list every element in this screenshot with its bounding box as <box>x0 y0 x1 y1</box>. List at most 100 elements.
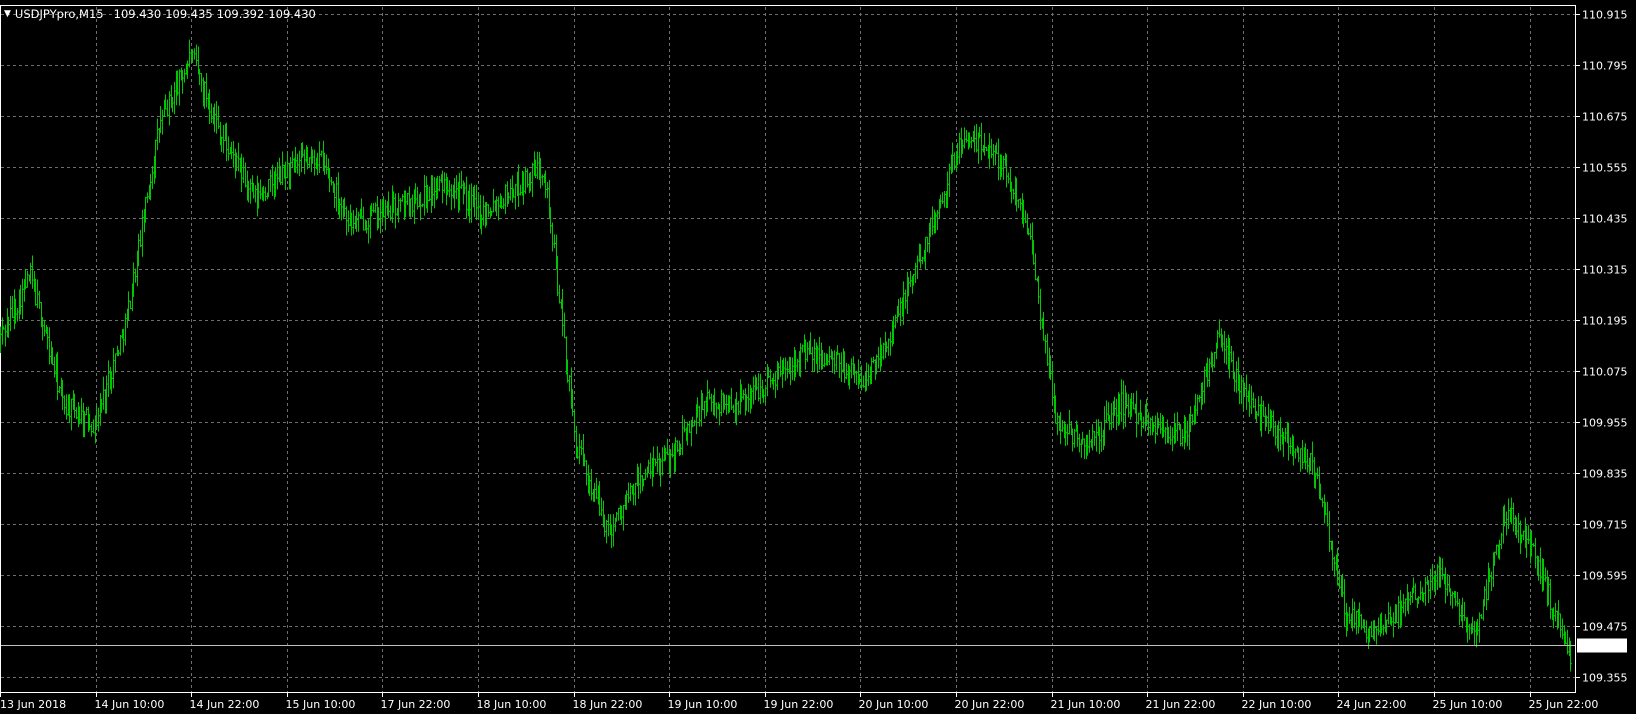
price-bar <box>1397 595 1400 629</box>
price-bar <box>448 180 451 198</box>
price-bar <box>1554 602 1557 622</box>
price-bar <box>1061 420 1064 433</box>
price-bar <box>1365 620 1368 643</box>
price-bar <box>227 136 230 161</box>
price-bar <box>639 463 642 494</box>
price-bar <box>561 289 564 337</box>
price-bar <box>222 124 225 154</box>
collapse-triangle-icon[interactable]: ▼ <box>4 9 11 19</box>
price-bar <box>1095 419 1098 452</box>
price-bar <box>85 406 88 416</box>
y-tick-label: 110.315 <box>1582 264 1628 277</box>
price-bar <box>514 183 517 210</box>
price-bar <box>791 357 794 381</box>
price-bar <box>1262 400 1265 417</box>
price-bar <box>1505 511 1508 536</box>
price-bar <box>477 192 480 220</box>
price-bar <box>607 513 610 537</box>
price-bar <box>1213 351 1216 368</box>
price-bar <box>281 151 284 186</box>
price-axis[interactable]: 110.915 110.795 110.675 110.555 110.435 110.3… <box>1575 9 1628 685</box>
price-bar <box>1135 390 1138 438</box>
ohlc-values: 109.430 109.435 109.392 109.430 <box>114 7 316 21</box>
y-tick-label: 110.675 <box>1582 111 1628 124</box>
price-bar <box>168 91 171 126</box>
price-bar <box>661 447 664 476</box>
price-bar <box>1517 512 1520 543</box>
price-bar <box>536 151 539 180</box>
price-bar <box>1120 379 1123 422</box>
price-bar <box>183 68 186 83</box>
price-bar <box>114 353 117 373</box>
price-bar <box>627 482 630 503</box>
y-tick-label: 110.435 <box>1582 213 1628 226</box>
price-bar <box>877 346 880 369</box>
price-bar <box>465 176 468 219</box>
x-tick-label: 19 Jun 10:00 <box>668 698 738 711</box>
price-bar <box>482 195 485 226</box>
price-chart[interactable]: 110.915 110.795 110.675 110.555 110.435 110.3… <box>0 0 1636 714</box>
price-bar <box>455 175 458 200</box>
price-bar <box>0 326 2 354</box>
price-bar <box>242 157 245 184</box>
price-bar <box>943 191 946 208</box>
price-bar <box>764 386 767 404</box>
price-bar <box>1419 581 1422 601</box>
price-bar <box>97 407 100 432</box>
price-bar <box>166 99 169 117</box>
chart-window[interactable]: 110.915 110.795 110.675 110.555 110.435 110.3… <box>0 0 1636 714</box>
price-bar <box>1444 567 1447 604</box>
price-bar <box>1549 578 1552 620</box>
price-bar <box>63 395 66 415</box>
price-bar <box>747 383 750 413</box>
price-bar <box>1301 440 1304 469</box>
price-bar <box>1409 591 1412 605</box>
price-bar <box>401 194 404 202</box>
x-tick-label: 18 Jun 10:00 <box>477 698 547 711</box>
price-bar <box>1012 188 1015 200</box>
price-bar <box>1171 427 1174 452</box>
price-bar <box>1235 361 1238 393</box>
time-axis[interactable]: 13 Jun 2018 14 Jun 10:00 14 Jun 22:00 15 Ju… <box>0 692 1598 711</box>
price-bar <box>926 236 929 253</box>
price-bar <box>931 206 934 236</box>
price-bar <box>1306 449 1309 473</box>
price-bar <box>1046 333 1049 367</box>
price-bar <box>1534 537 1537 569</box>
price-bar <box>53 356 56 378</box>
price-bar <box>374 202 377 213</box>
price-bar <box>757 373 760 402</box>
price-bar <box>644 468 647 481</box>
grid <box>1 7 1575 692</box>
y-tick-label: 110.555 <box>1582 162 1628 175</box>
price-bar <box>394 193 397 229</box>
price-bar <box>16 307 19 322</box>
price-bar <box>159 106 162 134</box>
price-bar <box>1149 417 1152 436</box>
price-bar <box>862 375 865 388</box>
price-bar <box>759 373 762 405</box>
ohlc-low: 109.392 <box>216 7 265 21</box>
price-bar <box>997 138 1000 181</box>
price-bar <box>894 314 897 329</box>
price-bar <box>1039 288 1042 331</box>
price-bar <box>568 375 571 392</box>
price-bar <box>352 210 355 235</box>
price-bar <box>421 203 424 208</box>
price-bar <box>1299 448 1302 472</box>
x-tick-label: 18 Jun 22:00 <box>573 698 643 711</box>
price-bar <box>178 69 181 106</box>
price-bar <box>1431 563 1434 591</box>
x-tick-label: 20 Jun 10:00 <box>859 698 929 711</box>
price-bar <box>1353 601 1356 629</box>
price-bar <box>470 183 473 223</box>
price-bar <box>806 342 809 362</box>
price-bar <box>433 177 436 209</box>
price-bar <box>119 335 122 356</box>
price-bar <box>9 296 12 332</box>
price-bar <box>1073 428 1076 448</box>
y-tick-label: 109.835 <box>1582 468 1628 481</box>
price-bar <box>553 234 556 249</box>
price-bars <box>0 39 1572 672</box>
price-bar <box>983 133 986 156</box>
